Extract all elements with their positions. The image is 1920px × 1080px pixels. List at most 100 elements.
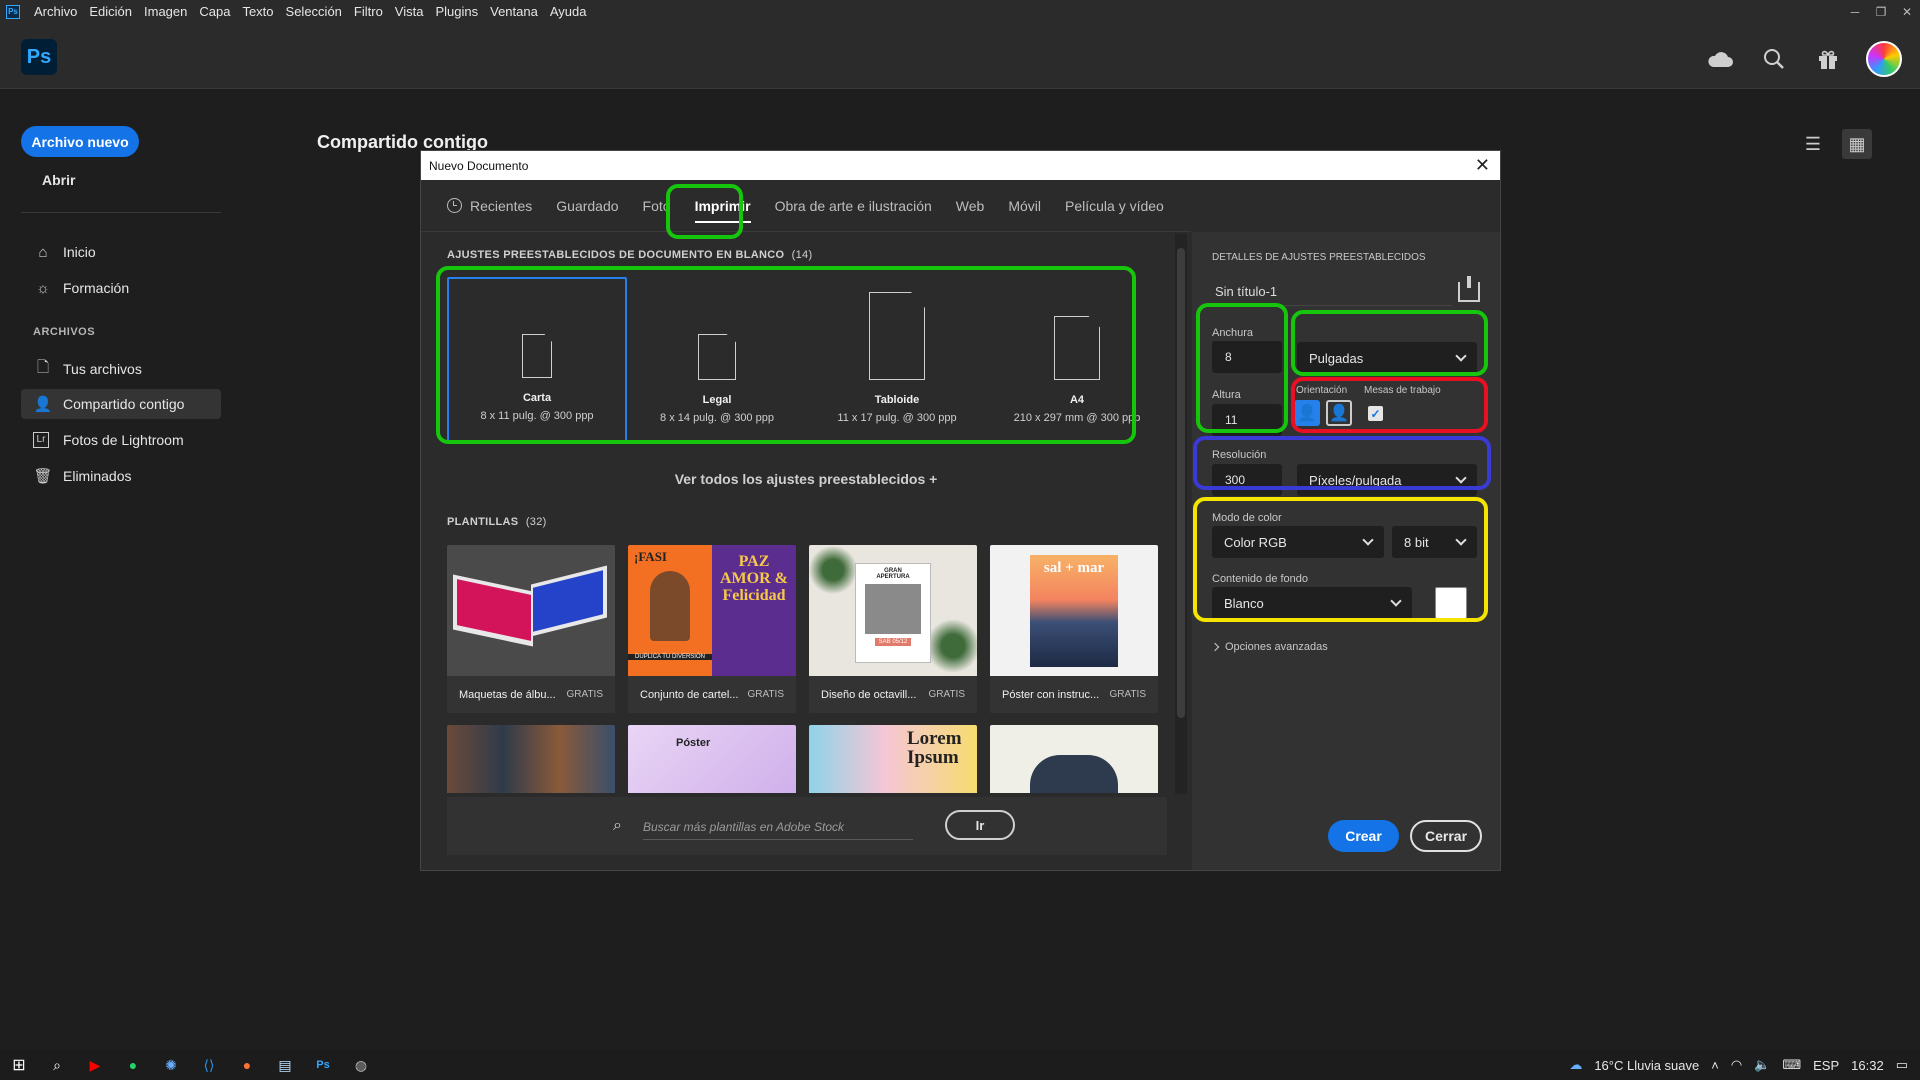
menu-seleccion[interactable]: Selección — [280, 4, 348, 19]
chevron-down-icon — [1390, 595, 1402, 607]
sidebar-item-deleted[interactable]: 🗑 Eliminados — [21, 461, 221, 491]
tab-imprimir[interactable]: Imprimir — [694, 198, 751, 223]
app-icon[interactable]: ✺ — [152, 1050, 190, 1080]
preset-name: Carta — [522, 392, 552, 404]
minimize-button[interactable]: ─ — [1842, 0, 1868, 23]
template-thumbnail: Póster — [628, 725, 796, 793]
menu-plugins[interactable]: Plugins — [429, 4, 484, 19]
language-indicator[interactable]: ESP — [1813, 1058, 1839, 1073]
tab-obra-de-arte[interactable]: Obra de arte e ilustración — [775, 198, 932, 214]
tab-web[interactable]: Web — [956, 198, 985, 214]
tab-recientes[interactable]: Recientes — [447, 198, 532, 214]
keyboard-icon[interactable]: ⌨ — [1782, 1057, 1801, 1073]
template-name: Conjunto de cartel... — [640, 688, 739, 701]
templates-scrollbar[interactable] — [1175, 234, 1187, 794]
youtube-icon[interactable]: ▶ — [76, 1050, 114, 1080]
document-name-field[interactable]: Sin título-1 — [1212, 278, 1452, 306]
chevron-up-icon[interactable]: ˄ — [1711, 1058, 1719, 1073]
go-button[interactable]: Ir — [945, 810, 1015, 840]
template-card[interactable]: ¡FASI DUPLICA TU DIVERSIÓN PAZ AMOR & Fe… — [628, 545, 796, 713]
windows-start-icon[interactable]: ⊞ — [0, 1050, 38, 1080]
sidebar-item-home[interactable]: ⌂ Inicio — [21, 237, 221, 267]
grid-view-icon[interactable]: ▦ — [1842, 129, 1872, 159]
cloud-icon[interactable] — [1704, 43, 1736, 75]
menu-ventana[interactable]: Ventana — [484, 4, 544, 19]
tab-pelicula-video[interactable]: Película y vídeo — [1065, 198, 1164, 214]
list-view-icon[interactable]: ☰ — [1798, 129, 1828, 159]
bit-depth-select[interactable]: 8 bit — [1392, 526, 1477, 558]
template-text: DUPLICA TU DIVERSIÓN — [628, 654, 712, 660]
sidebar-item-your-files[interactable]: 🗋 Tus archivos — [21, 354, 221, 384]
app2-icon[interactable]: ◍ — [342, 1050, 380, 1080]
sidebar-item-lightroom[interactable]: Lr Fotos de Lightroom — [21, 425, 221, 455]
template-text: ¡FASI — [634, 549, 667, 564]
template-card[interactable]: Maquetas de álbu... GRATIS — [447, 545, 615, 713]
portrait-orientation-button[interactable]: 👤 — [1294, 400, 1320, 426]
photoshop-logo[interactable]: Ps — [21, 39, 57, 75]
wifi-icon[interactable]: ◠ — [1731, 1057, 1742, 1073]
preset-carta[interactable]: Carta 8 x 11 pulg. @ 300 ppp — [447, 277, 628, 442]
close-button[interactable]: Cerrar — [1410, 820, 1482, 852]
artboards-checkbox[interactable]: ✓ — [1368, 406, 1383, 421]
menu-ayuda[interactable]: Ayuda — [544, 4, 593, 19]
template-thumbnail — [447, 545, 615, 676]
new-file-button[interactable]: Archivo nuevo — [21, 126, 139, 157]
speaker-icon[interactable]: 🔈 — [1754, 1057, 1770, 1073]
vscode-icon[interactable]: ⟨⟩ — [190, 1050, 228, 1080]
scrollbar-thumb[interactable] — [1177, 248, 1185, 718]
menu-vista[interactable]: Vista — [389, 4, 430, 19]
background-select[interactable]: Blanco — [1212, 587, 1412, 619]
resolution-input[interactable]: 300 — [1212, 464, 1282, 496]
background-color-swatch[interactable] — [1435, 587, 1467, 619]
clock-time[interactable]: 16:32 — [1851, 1058, 1884, 1073]
units-select[interactable]: Pulgadas — [1297, 342, 1477, 374]
landscape-orientation-button[interactable]: 👤 — [1326, 400, 1352, 426]
color-mode-select[interactable]: Color RGB — [1212, 526, 1384, 558]
photoshop-taskbar-icon[interactable]: Ps — [304, 1050, 342, 1080]
dialog-close-button[interactable]: ✕ — [1475, 155, 1490, 176]
notepad-icon[interactable]: ▤ — [266, 1050, 304, 1080]
menu-imagen[interactable]: Imagen — [138, 4, 193, 19]
template-card[interactable] — [990, 725, 1158, 793]
menu-capa[interactable]: Capa — [193, 4, 236, 19]
menu-edicion[interactable]: Edición — [83, 4, 138, 19]
avatar[interactable] — [1866, 41, 1902, 77]
restore-button[interactable]: ❐ — [1868, 0, 1894, 23]
open-button[interactable]: Abrir — [42, 172, 75, 188]
preset-tabloide[interactable]: Tabloide 11 x 17 pulg. @ 300 ppp — [807, 277, 987, 442]
firefox-icon[interactable]: ● — [228, 1050, 266, 1080]
gift-icon[interactable] — [1812, 43, 1844, 75]
tab-movil[interactable]: Móvil — [1008, 198, 1041, 214]
stock-search-input[interactable] — [643, 814, 913, 840]
menu-archivo[interactable]: Archivo — [28, 4, 83, 19]
template-card[interactable] — [447, 725, 615, 793]
whatsapp-icon[interactable]: ● — [114, 1050, 152, 1080]
menu-texto[interactable]: Texto — [236, 4, 279, 19]
resolution-units-select[interactable]: Píxeles/pulgada — [1297, 464, 1477, 496]
search-icon[interactable]: ⌕ — [38, 1050, 76, 1080]
template-card[interactable]: sal + mar Póster con instruc... GRATIS — [990, 545, 1158, 713]
preset-desc: 8 x 14 pulg. @ 300 ppp — [660, 412, 774, 424]
sidebar-item-learn[interactable]: ☼ Formación — [21, 273, 221, 303]
create-button[interactable]: Crear — [1328, 820, 1399, 852]
width-input[interactable]: 8 — [1212, 341, 1282, 373]
window-close-button[interactable]: ✕ — [1894, 0, 1920, 23]
template-card[interactable]: Póster — [628, 725, 796, 793]
weather-text[interactable]: 16°C Lluvia suave — [1594, 1058, 1699, 1073]
template-card[interactable]: GRAN APERTURA SAB 05/12 Diseño de octavi… — [809, 545, 977, 713]
weather-icon[interactable]: ☁ — [1569, 1057, 1582, 1073]
see-all-presets-link[interactable]: Ver todos los ajustes preestablecidos + — [421, 471, 1191, 487]
advanced-options-toggle[interactable]: Opciones avanzadas — [1210, 641, 1328, 653]
template-card[interactable]: Lorem Ipsum — [809, 725, 977, 793]
templates-heading: PLANTILLAS (32) — [447, 516, 547, 528]
height-input[interactable]: 11 — [1212, 404, 1282, 436]
save-preset-icon[interactable] — [1458, 276, 1480, 302]
menu-filtro[interactable]: Filtro — [348, 4, 389, 19]
preset-legal[interactable]: Legal 8 x 14 pulg. @ 300 ppp — [627, 277, 807, 442]
sidebar-item-shared[interactable]: 👤 Compartido contigo — [21, 389, 221, 419]
search-icon[interactable] — [1758, 43, 1790, 75]
tab-guardado[interactable]: Guardado — [556, 198, 618, 214]
notification-icon[interactable]: ▭ — [1896, 1057, 1908, 1073]
preset-a4[interactable]: A4 210 x 297 mm @ 300 ppp — [987, 277, 1167, 442]
tab-foto[interactable]: Foto — [643, 198, 671, 214]
